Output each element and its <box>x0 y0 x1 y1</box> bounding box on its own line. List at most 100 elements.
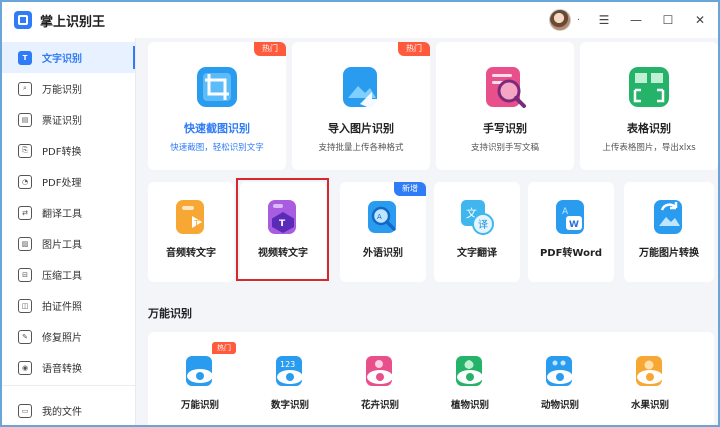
sidebar-item-label: PDF转换 <box>42 147 82 158</box>
sidebar-item-universal-recognition[interactable]: ⌕ 万能识别 <box>2 73 135 104</box>
main-content: 热门 快速截图识别 快速截图，轻松识别文字 热门 导入图片识别 支持批量上传各种… <box>136 38 718 425</box>
close-icon[interactable]: ✕ <box>692 13 708 27</box>
sidebar-item-restore-photo[interactable]: ✎ 修复照片 <box>2 321 135 352</box>
universal-recognition-panel: 热门 万能识别 123 数字识别 花卉识别 植物识别 动物识别 水果识别 <box>148 332 714 425</box>
sidebar-item-label: 图片工具 <box>42 240 82 251</box>
hot-badge: 热门 <box>212 342 236 354</box>
sidebar-item-pdf-convert[interactable]: ⎘ PDF转换 <box>2 135 135 166</box>
svg-text:T: T <box>193 219 199 228</box>
sidebar-divider <box>2 385 135 386</box>
minimize-icon[interactable]: — <box>628 13 644 27</box>
highlight-frame <box>236 178 329 281</box>
avatar[interactable] <box>548 9 571 31</box>
sidebar-item-label: 翻译工具 <box>42 209 82 220</box>
card-title: 导入图片识别 <box>328 122 394 135</box>
item-title: 植物识别 <box>450 400 489 411</box>
card-foreign-language[interactable]: 新增 A 外语识别 <box>340 182 426 282</box>
number-eye-icon: 123 <box>276 356 303 386</box>
card-title: 表格识别 <box>627 122 671 135</box>
image-convert-icon <box>654 200 682 234</box>
item-flower[interactable]: 花卉识别 <box>350 332 410 411</box>
sidebar-item-voice-convert[interactable]: ◉ 语音转换 <box>2 352 135 383</box>
window-controls: · ☰ — ☐ ✕ <box>548 2 708 38</box>
pdf-process-icon: ◔ <box>18 174 32 189</box>
item-title: 动物识别 <box>540 400 579 411</box>
sidebar-item-label: 语音转换 <box>42 364 82 375</box>
card-subtitle: 上传表格图片，导出xlxs <box>602 143 696 153</box>
folder-icon: ▭ <box>18 403 32 418</box>
animal-eye-icon <box>546 356 573 386</box>
table-icon <box>629 67 669 107</box>
svg-text:A: A <box>562 207 569 217</box>
sidebar-item-label: 万能识别 <box>42 85 82 96</box>
status-dot: · <box>576 14 580 26</box>
fruit-eye-icon <box>636 356 663 386</box>
sidebar-item-compress-tools[interactable]: ⊟ 压缩工具 <box>2 259 135 290</box>
card-title: 音频转文字 <box>166 248 216 259</box>
universal-eye-icon <box>186 356 213 386</box>
hot-badge: 热门 <box>254 42 286 56</box>
sidebar-item-label: 拍证件照 <box>42 302 82 313</box>
item-fruit[interactable]: 水果识别 <box>620 332 680 411</box>
card-import-image[interactable]: 热门 导入图片识别 支持批量上传各种格式 <box>292 42 430 170</box>
item-number[interactable]: 123 数字识别 <box>260 332 320 411</box>
translate-icon: ⇄ <box>18 205 32 220</box>
card-audio-to-text[interactable]: T 音频转文字 <box>148 182 234 282</box>
svg-text:译: 译 <box>478 219 488 231</box>
title-bar: 掌上识别王 · ☰ — ☐ ✕ <box>2 2 718 38</box>
item-title: 花卉识别 <box>360 400 399 411</box>
card-text-translate[interactable]: 文 译 文字翻译 <box>434 182 520 282</box>
card-quick-screenshot[interactable]: 热门 快速截图识别 快速截图，轻松识别文字 <box>148 42 286 170</box>
svg-text:W: W <box>569 220 579 230</box>
maximize-icon[interactable]: ☐ <box>660 13 676 27</box>
section-title: 万能识别 <box>148 307 192 320</box>
sidebar-item-pdf-process[interactable]: ◔ PDF处理 <box>2 166 135 197</box>
sidebar-item-label: 票证识别 <box>42 116 82 127</box>
scan-icon: ⌕ <box>18 81 32 96</box>
item-universal[interactable]: 热门 万能识别 <box>170 332 236 411</box>
sidebar-item-label: 压缩工具 <box>42 271 82 282</box>
card-subtitle: 快速截图，轻松识别文字 <box>170 143 264 153</box>
pdf-icon: ⎘ <box>18 143 32 158</box>
card-table-recognition[interactable]: 表格识别 上传表格图片，导出xlxs <box>580 42 718 170</box>
svg-text:A: A <box>377 213 382 221</box>
sidebar: T 文字识别 ⌕ 万能识别 ▤ 票证识别 ⎘ PDF转换 ◔ PDF处理 ⇄ 翻… <box>2 38 136 425</box>
card-title: 万能图片转换 <box>639 248 699 259</box>
card-title: 文字翻译 <box>457 248 497 259</box>
text-icon: T <box>18 50 32 65</box>
plant-eye-icon <box>456 356 483 386</box>
restore-icon: ✎ <box>18 329 32 344</box>
translate-doc-icon: 文 译 <box>461 200 494 235</box>
item-animal[interactable]: 动物识别 <box>530 332 590 411</box>
sidebar-item-image-tools[interactable]: ▨ 图片工具 <box>2 228 135 259</box>
app-logo-icon <box>14 11 32 29</box>
handwriting-icon <box>486 67 526 108</box>
item-title: 水果识别 <box>630 400 669 411</box>
sidebar-item-ticket-recognition[interactable]: ▤ 票证识别 <box>2 104 135 135</box>
sidebar-item-label: PDF处理 <box>42 178 82 189</box>
card-handwriting[interactable]: 手写识别 支持识别手写文稿 <box>436 42 574 170</box>
app-title: 掌上识别王 <box>40 14 106 30</box>
id-photo-icon: ◫ <box>18 298 32 313</box>
menu-icon[interactable]: ☰ <box>596 13 612 27</box>
card-subtitle: 支持识别手写文稿 <box>470 143 539 153</box>
ticket-icon: ▤ <box>18 112 32 127</box>
card-title: PDF转Word <box>539 248 603 259</box>
card-pdf-to-word[interactable]: A W PDF转Word <box>528 182 614 282</box>
sidebar-item-id-photo[interactable]: ◫ 拍证件照 <box>2 290 135 321</box>
flower-eye-icon <box>366 356 393 386</box>
screenshot-crop-icon <box>197 67 237 107</box>
item-plant[interactable]: 植物识别 <box>440 332 500 411</box>
sidebar-item-text-recognition[interactable]: T 文字识别 <box>2 42 135 73</box>
card-image-convert[interactable]: 万能图片转换 <box>624 182 714 282</box>
sidebar-item-my-files[interactable]: ▭ 我的文件 <box>2 395 135 425</box>
card-title: 快速截图识别 <box>184 122 250 135</box>
svg-text:123: 123 <box>280 360 295 369</box>
import-image-icon <box>343 67 382 109</box>
app-window: 掌上识别王 · ☰ — ☐ ✕ T 文字识别 ⌕ 万能识别 ▤ 票证识别 ⎘ P… <box>0 0 720 427</box>
foreign-language-icon: A <box>368 201 396 233</box>
sidebar-item-label: 文字识别 <box>42 54 82 65</box>
sidebar-item-translate-tools[interactable]: ⇄ 翻译工具 <box>2 197 135 228</box>
pdf-to-word-icon: A W <box>556 200 584 234</box>
sidebar-item-label: 我的文件 <box>42 407 82 418</box>
